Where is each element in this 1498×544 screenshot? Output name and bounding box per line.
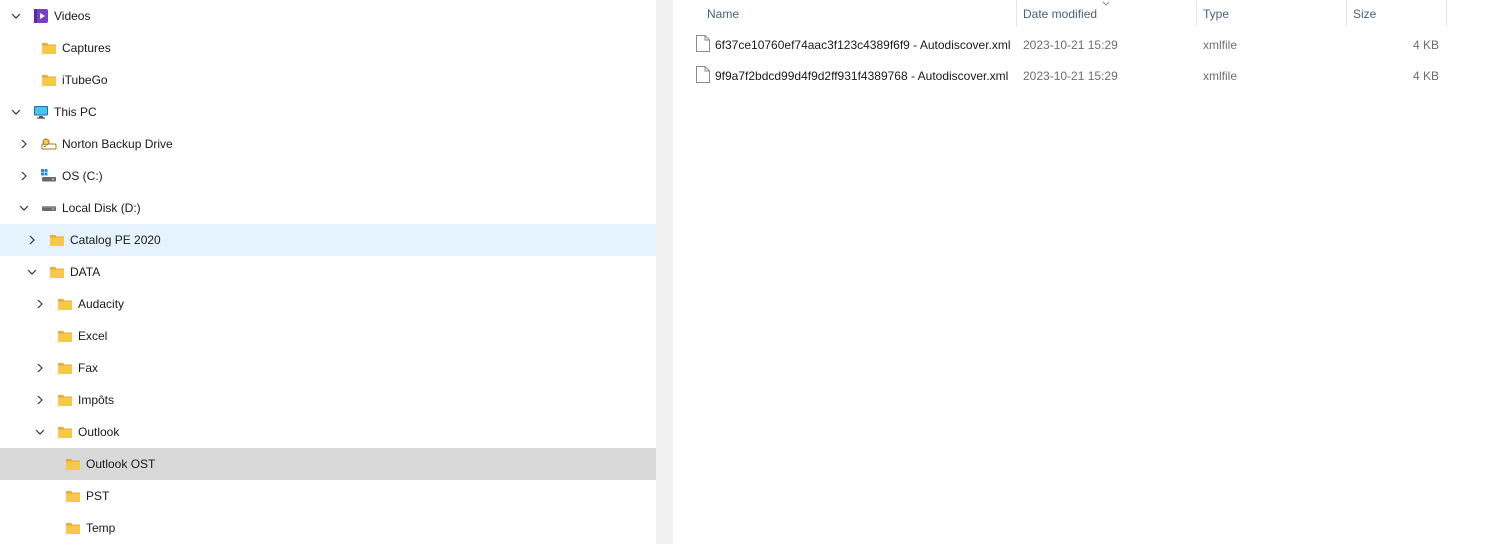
tree-item-outlook-ost[interactable]: Outlook OST bbox=[0, 448, 656, 480]
file-icon bbox=[696, 35, 710, 52]
tree-item-outlook[interactable]: Outlook bbox=[0, 416, 656, 448]
file-name: 9f9a7f2bdcd99d4f9d2ff931f4389768 - Autod… bbox=[715, 69, 1009, 83]
folder-icon bbox=[66, 523, 80, 534]
column-header-date-modified[interactable]: Date modified bbox=[1023, 0, 1097, 28]
tree-item-label: Fax bbox=[78, 361, 99, 375]
system-drive-icon bbox=[41, 169, 56, 182]
column-header-type[interactable]: Type bbox=[1203, 0, 1229, 28]
tree-item-fax[interactable]: Fax bbox=[0, 352, 656, 384]
tree-item-label: Audacity bbox=[78, 297, 125, 311]
folder-icon bbox=[42, 75, 56, 86]
file-date-modified: 2023-10-21 15:29 bbox=[1023, 69, 1118, 83]
folder-icon bbox=[58, 395, 72, 406]
tree-item-captures[interactable]: Captures bbox=[0, 32, 656, 64]
file-size: 4 KB bbox=[1412, 38, 1439, 52]
file-list-pane: Name Date modified Type Size 6f37ce10760… bbox=[673, 0, 1498, 544]
tree-item-label: Local Disk (D:) bbox=[62, 201, 141, 215]
tree-item-label: Temp bbox=[86, 521, 116, 535]
tree-item-pst[interactable]: PST bbox=[0, 480, 656, 512]
tree-item-label: Excel bbox=[78, 329, 108, 343]
folder-icon bbox=[58, 427, 72, 438]
file-name: 6f37ce10760ef74aac3f123c4389f6f9 - Autod… bbox=[715, 38, 1011, 52]
tree-item-local-disk-d[interactable]: Local Disk (D:) bbox=[0, 192, 656, 224]
chevron-down-icon[interactable] bbox=[33, 425, 47, 439]
file-size: 4 KB bbox=[1412, 69, 1439, 83]
tree-item-label: DATA bbox=[70, 265, 101, 279]
folder-icon bbox=[58, 299, 72, 310]
chevron-down-icon[interactable] bbox=[17, 201, 31, 215]
tree-item-label: PST bbox=[86, 489, 110, 503]
column-header-size[interactable]: Size bbox=[1353, 0, 1376, 28]
local-disk-icon bbox=[42, 206, 56, 211]
tree-item-label: Catalog PE 2020 bbox=[70, 233, 161, 247]
tree-item-data[interactable]: DATA bbox=[0, 256, 656, 288]
chevron-down-icon[interactable] bbox=[9, 9, 23, 23]
tree-item-excel[interactable]: Excel bbox=[0, 320, 656, 352]
folder-icon bbox=[66, 459, 80, 470]
chevron-right-icon[interactable] bbox=[25, 233, 39, 247]
file-row[interactable]: 9f9a7f2bdcd99d4f9d2ff931f4389768 - Autod… bbox=[689, 61, 1469, 91]
pane-splitter[interactable] bbox=[656, 0, 673, 544]
tree-item-videos[interactable]: Videos bbox=[0, 0, 656, 32]
column-divider[interactable] bbox=[1016, 0, 1017, 26]
tree-item-label: Impôts bbox=[78, 393, 115, 407]
folder-icon bbox=[58, 331, 72, 342]
folder-icon bbox=[50, 235, 64, 246]
chevron-down-icon[interactable] bbox=[25, 265, 39, 279]
file-date-modified: 2023-10-21 15:29 bbox=[1023, 38, 1118, 52]
column-divider[interactable] bbox=[1346, 0, 1347, 26]
videos-library-icon bbox=[34, 9, 48, 23]
tree-item-label: Norton Backup Drive bbox=[62, 137, 173, 151]
chevron-right-icon[interactable] bbox=[17, 169, 31, 183]
chevron-right-icon[interactable] bbox=[17, 137, 31, 151]
tree-item-impots[interactable]: Impôts bbox=[0, 384, 656, 416]
cloud-drive-icon bbox=[41, 138, 57, 150]
chevron-right-icon[interactable] bbox=[33, 361, 47, 375]
tree-item-os-c[interactable]: OS (C:) bbox=[0, 160, 656, 192]
sort-chevron-icon bbox=[1102, 1, 1110, 6]
tree-item-label: OS (C:) bbox=[62, 169, 103, 183]
tree-item-audacity[interactable]: Audacity bbox=[0, 288, 656, 320]
file-type: xmlfile bbox=[1203, 38, 1238, 52]
file-icon bbox=[696, 66, 710, 83]
tree-item-label: Outlook bbox=[78, 425, 120, 439]
tree-item-this-pc[interactable]: This PC bbox=[0, 96, 656, 128]
tree-item-norton-backup-drive[interactable]: Norton Backup Drive bbox=[0, 128, 656, 160]
tree-item-label: This PC bbox=[54, 105, 97, 119]
folder-icon bbox=[42, 43, 56, 54]
tree-item-label: Videos bbox=[54, 9, 91, 23]
folder-icon bbox=[50, 267, 64, 278]
tree-item-temp[interactable]: Temp bbox=[0, 512, 656, 544]
this-pc-icon bbox=[34, 106, 48, 119]
folder-icon bbox=[58, 363, 72, 374]
folder-icon bbox=[66, 491, 80, 502]
tree-item-itubego[interactable]: iTubeGo bbox=[0, 64, 656, 96]
navigation-pane: Videos Captures iTubeGo This PC Norton B… bbox=[0, 0, 656, 544]
tree-item-label: Outlook OST bbox=[86, 457, 156, 471]
column-divider[interactable] bbox=[1196, 0, 1197, 26]
file-row[interactable]: 6f37ce10760ef74aac3f123c4389f6f9 - Autod… bbox=[689, 30, 1469, 60]
tree-item-label: iTubeGo bbox=[62, 73, 108, 87]
file-type: xmlfile bbox=[1203, 69, 1238, 83]
column-divider[interactable] bbox=[1446, 0, 1447, 26]
tree-item-catalog-pe-2020[interactable]: Catalog PE 2020 bbox=[0, 224, 656, 256]
chevron-right-icon[interactable] bbox=[33, 393, 47, 407]
chevron-right-icon[interactable] bbox=[33, 297, 47, 311]
column-header-name[interactable]: Name bbox=[707, 0, 739, 28]
tree-item-label: Captures bbox=[62, 41, 111, 55]
chevron-down-icon[interactable] bbox=[9, 105, 23, 119]
